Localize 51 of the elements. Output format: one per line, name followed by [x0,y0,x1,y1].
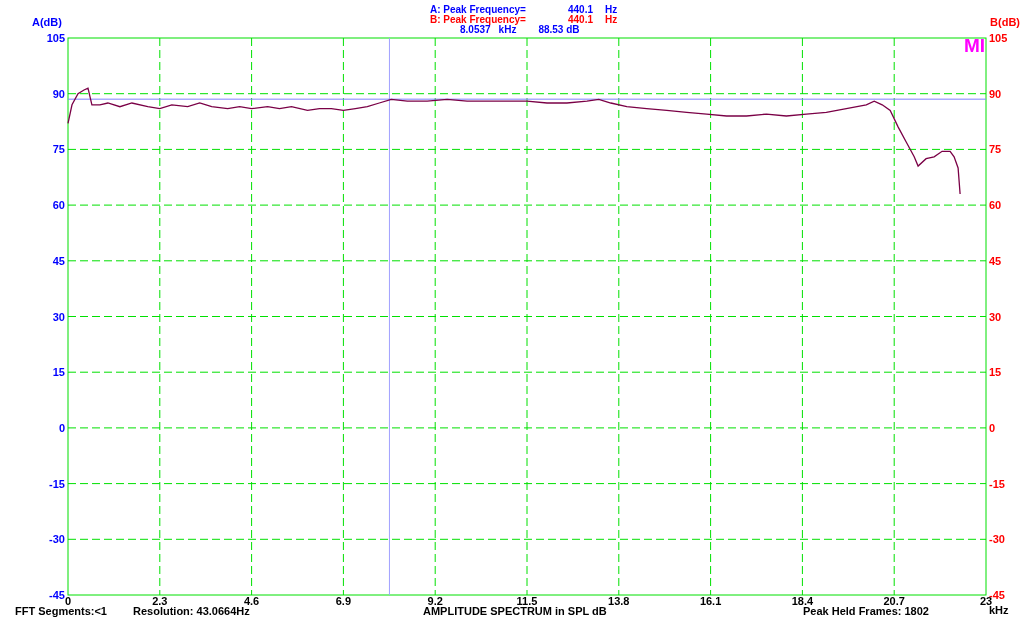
y-tick-label: 90 [52,87,65,100]
logo: MI [963,35,985,56]
y-tick-label: -30 [989,533,1005,546]
peak-frequency-label: A: Peak Frequency= [430,5,527,15]
y-tick-label: 30 [989,310,1002,323]
axis-label: B(dB) [990,16,1020,30]
cursor-line[interactable] [67,98,987,100]
resolution: Resolution: 43.0664Hz [133,605,251,617]
y-tick-label: -15 [989,477,1005,490]
y-tick-label: 60 [52,199,65,212]
unit-label: Hz [605,15,618,25]
y-tick-label: 0 [58,421,65,434]
x-tick-label: 0 [64,595,72,607]
y-tick-label: -15 [49,477,65,490]
y-tick-label: 105 [989,32,1008,44]
x-tick-label: 4.6 [243,595,260,607]
chart-title: AMPLITUDE SPECTRUM in SPL dB [423,605,608,617]
peak-frequency-label: B: Peak Frequency= [430,15,527,25]
x-tick-label: 16.1 [699,595,722,607]
cursor-line[interactable] [388,37,390,596]
x-axis-unit: kHz [989,604,1009,616]
y-tick-label: 0 [989,421,996,434]
x-tick-label: 11.5 [516,595,538,607]
y-tick-label: -45 [49,589,65,601]
x-tick-label: 6.9 [335,595,352,607]
y-tick-label: 105 [46,32,65,44]
y-tick-label: 45 [52,254,65,267]
axis-label: A(dB) [32,16,63,30]
x-tick-label: 20.7 [883,595,905,607]
x-tick-label: 18.4 [791,595,814,607]
y-tick-label: 45 [989,254,1002,267]
peak-frequency-value: 440.1 [566,5,593,15]
y-tick-label: -30 [49,533,65,546]
peak-held-frames: Peak Held Frames: 1802 [803,605,983,617]
y-tick-label: 15 [989,366,1002,379]
x-tick-label: 23 [979,595,993,607]
y-tick-label: 60 [989,199,1002,212]
y-tick-label: 15 [52,366,65,379]
cursor-level: 88.53 dB [538,25,580,35]
x-tick-label: 9.2 [427,595,443,607]
y-tick-label: 75 [52,143,65,156]
x-tick-label: 13.8 [608,595,630,607]
fft-segments: FFT Segments:<1 [15,605,108,617]
y-tick-label: 90 [989,87,1002,100]
y-tick-label: 75 [989,143,1002,156]
unit-label: Hz [605,5,618,15]
cursor-frequency: 8.0537 [460,25,491,35]
x-tick-label: 2.3 [152,595,168,607]
peak-frequency-value: 440.1 [566,15,593,25]
unit-label: kHz [498,25,517,35]
y-tick-label: 30 [52,310,65,323]
